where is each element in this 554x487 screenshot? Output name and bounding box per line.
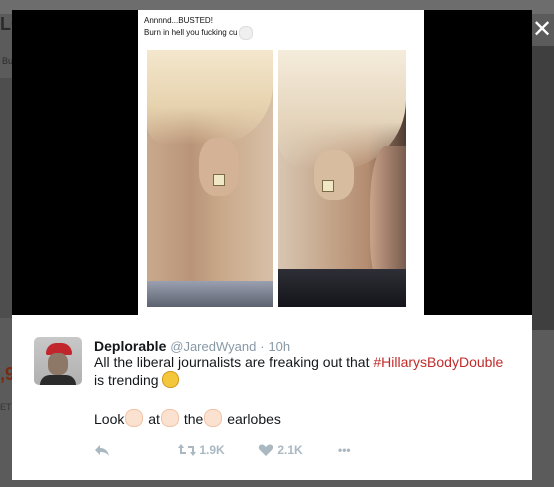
retweet-button[interactable]: 1.9K: [178, 443, 225, 461]
display-name[interactable]: Deplorable: [94, 338, 166, 354]
retweet-icon: [178, 444, 196, 456]
media-viewer[interactable]: Annnnd...BUSTED! Burn in hell you fuckin…: [12, 10, 532, 315]
earring-icon: [322, 180, 334, 192]
reply-icon: [95, 445, 109, 456]
clap-emoji-icon: [204, 409, 223, 427]
close-button[interactable]: ✕: [532, 18, 552, 42]
ear-shape: [199, 138, 239, 196]
earring-icon: [213, 174, 225, 186]
hair-shape: [147, 50, 273, 145]
heart-icon: [258, 444, 274, 456]
word-earlobes: earlobes: [227, 411, 281, 427]
blank-emoji-icon: [239, 26, 254, 40]
ear-shape: [314, 150, 354, 200]
face-shape: [48, 353, 68, 375]
tweet-text: All the liberal journalists are freaking…: [94, 353, 514, 389]
tweet-text-part-2: is trending: [94, 372, 159, 388]
separator-dot: ·: [260, 339, 265, 354]
like-button[interactable]: 2.1K: [258, 443, 303, 461]
clap-emoji-icon: [160, 409, 179, 427]
photo-right-ear: [278, 50, 406, 307]
word-at: at: [148, 411, 160, 427]
photo-left-ear: [147, 50, 273, 307]
tweet-text-part-1: All the liberal journalists are freaking…: [94, 354, 374, 370]
tweet-actions: 1.9K 2.1K •••: [94, 443, 394, 461]
tweet-card: Deplorable @JaredWyand · 10h All the lib…: [12, 315, 532, 480]
retweet-count: 1.9K: [199, 443, 225, 457]
collar-shape: [147, 281, 273, 307]
tweet-image[interactable]: Annnnd...BUSTED! Burn in hell you fuckin…: [138, 10, 424, 315]
meme-caption-line-1: Annnnd...BUSTED!: [144, 16, 213, 25]
collar-shape: [278, 269, 406, 307]
tweet-text-line-2: Look at the earlobes: [94, 409, 281, 428]
user-handle[interactable]: @JaredWyand: [170, 339, 256, 354]
hashtag-link[interactable]: #HillarysBodyDouble: [373, 354, 503, 370]
more-options-button[interactable]: •••: [338, 443, 351, 461]
word-the: the: [183, 411, 204, 427]
meme-caption: Annnnd...BUSTED! Burn in hell you fuckin…: [144, 16, 254, 40]
meme-caption-line-2: Burn in hell you fucking cu: [144, 28, 238, 38]
laughing-emoji-icon: [161, 371, 179, 388]
clap-emoji-icon: [125, 409, 144, 427]
word-look: Look: [94, 411, 125, 427]
tweet-timestamp[interactable]: 10h: [268, 339, 290, 354]
reply-button[interactable]: [94, 443, 110, 461]
shirt-shape: [40, 375, 76, 385]
background-partial-meta-2: ET: [0, 402, 12, 412]
like-count: 2.1K: [277, 443, 303, 457]
background-right-panel: [532, 46, 554, 330]
background-thumbnail: [0, 78, 12, 318]
avatar[interactable]: [34, 337, 82, 385]
